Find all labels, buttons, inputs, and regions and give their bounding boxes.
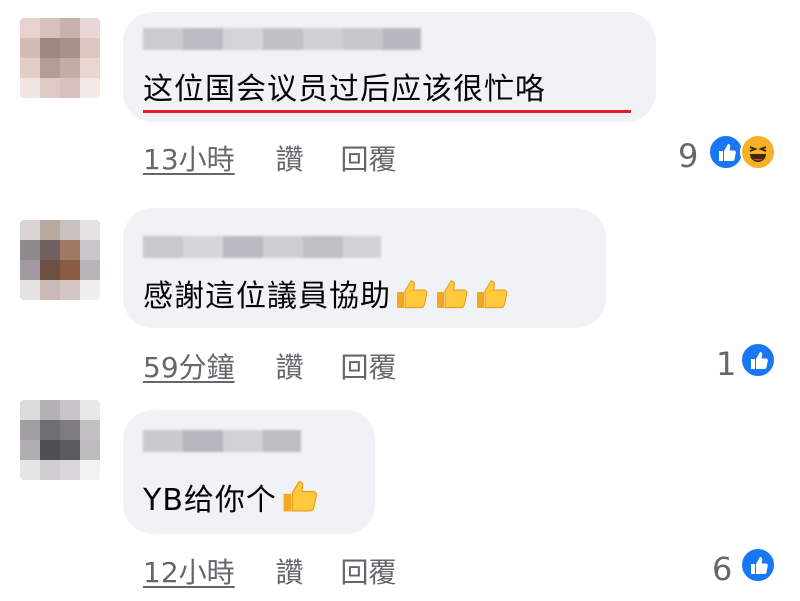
- avatar[interactable]: [20, 18, 100, 98]
- comment-timestamp[interactable]: 13小時: [143, 143, 235, 176]
- thumbs-up-emoji: [391, 276, 431, 323]
- haha-icon[interactable]: [740, 134, 776, 170]
- comment-actions: 59分鐘 讚 回覆: [143, 346, 396, 386]
- like-icon[interactable]: [740, 342, 776, 378]
- thumbs-up-emoji: [431, 276, 471, 323]
- commenter-name-blurred[interactable]: [143, 430, 301, 452]
- comment-text-content: YB给你个: [143, 483, 277, 518]
- avatar[interactable]: [20, 400, 100, 480]
- comment-timestamp[interactable]: 59分鐘: [143, 351, 235, 384]
- reaction-count[interactable]: 6: [712, 550, 732, 588]
- reaction-count[interactable]: 9: [678, 137, 698, 175]
- reaction-count[interactable]: 1: [716, 345, 736, 383]
- like-button[interactable]: 讚: [276, 143, 304, 176]
- comment-actions: 12小時 讚 回覆: [143, 551, 396, 591]
- comment-text: YB给你个: [143, 476, 321, 527]
- like-icon[interactable]: [708, 134, 744, 170]
- like-button[interactable]: 讚: [276, 351, 304, 384]
- reply-button[interactable]: 回覆: [340, 143, 396, 176]
- comment-text-content: 感謝這位議員協助: [143, 279, 391, 314]
- commenter-name-blurred[interactable]: [143, 28, 421, 50]
- like-button[interactable]: 讚: [276, 556, 304, 589]
- comment-text: 感謝這位議員協助: [143, 276, 511, 323]
- reply-button[interactable]: 回覆: [340, 556, 396, 589]
- comment-timestamp[interactable]: 12小時: [143, 556, 235, 589]
- commenter-name-blurred[interactable]: [143, 236, 381, 258]
- comment-actions: 13小時 讚 回覆: [143, 138, 396, 178]
- highlight-underline: [143, 110, 631, 113]
- thumbs-up-emoji: [277, 476, 321, 527]
- reply-button[interactable]: 回覆: [340, 351, 396, 384]
- like-icon[interactable]: [740, 547, 776, 583]
- thumbs-up-emoji: [471, 276, 511, 323]
- avatar[interactable]: [20, 220, 100, 300]
- comment-text: 这位国会议员过后应该很忙咯: [143, 72, 546, 107]
